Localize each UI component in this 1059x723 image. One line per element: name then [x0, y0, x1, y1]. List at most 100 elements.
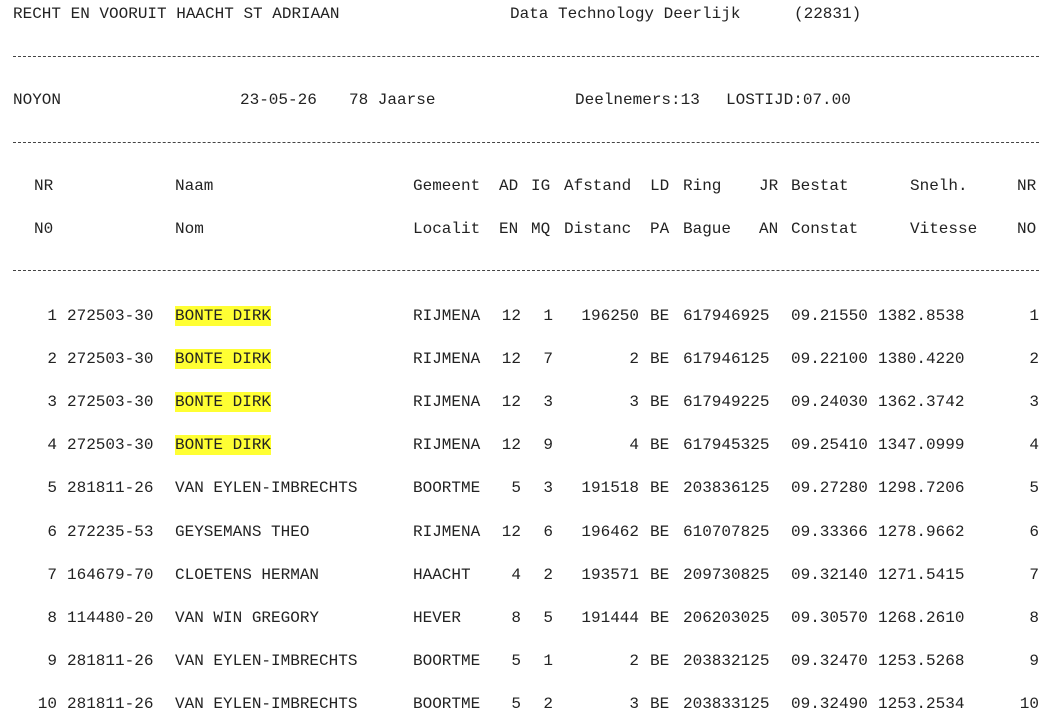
cell-distance: 2	[629, 350, 639, 368]
column-header-line1-5: Afstand	[564, 177, 632, 195]
cell-ring: 206203025	[683, 609, 770, 627]
cell-member-id: 272503-30	[67, 393, 154, 411]
cell-speed: 1253.2534	[878, 695, 965, 713]
vendor-code: (22831)	[794, 5, 862, 23]
column-header-line2-9: Constat	[791, 220, 859, 238]
column-header-line2-8: AN	[759, 220, 779, 238]
cell-country: BE	[650, 350, 670, 368]
cell-distance: 196462	[581, 523, 639, 541]
cell-nr-end: 1	[1029, 307, 1039, 325]
cell-ad: 12	[501, 307, 521, 325]
table-row: 4 272503-30 BONTE DIRK RIJMENA 12 9 4 BE 6179453…	[0, 435, 1059, 455]
cell-town: BOORTME	[413, 479, 481, 497]
vendor-name: Data Technology Deerlijk	[510, 5, 741, 23]
cell-bestat: 09.21550	[791, 307, 868, 325]
column-header-line1-6: LD	[650, 177, 670, 195]
column-header-line2-10: Vitesse	[910, 220, 978, 238]
cell-nr-end: 6	[1029, 523, 1039, 541]
column-header-line1-7: Ring	[683, 177, 722, 195]
cell-ad: 5	[511, 479, 521, 497]
cell-ring: 617946925	[683, 307, 770, 325]
cell-name: BONTE DIRK	[175, 392, 272, 412]
cell-ig: 2	[543, 566, 553, 584]
cell-member-id: 281811-26	[67, 652, 154, 670]
cell-nr: 4	[47, 436, 57, 454]
cell-nr-end: 3	[1029, 393, 1039, 411]
column-header-line2-7: Bague	[683, 220, 732, 238]
separator-top	[13, 56, 1039, 57]
cell-bestat: 09.33366	[791, 523, 868, 541]
cell-nr: 5	[47, 479, 57, 497]
cell-nr: 1	[47, 307, 57, 325]
cell-member-id: 114480-20	[67, 609, 154, 627]
cell-ring: 610707825	[683, 523, 770, 541]
cell-nr-end: 5	[1029, 479, 1039, 497]
cell-nr-end: 2	[1029, 350, 1039, 368]
cell-ring: 617946125	[683, 350, 770, 368]
cell-name: VAN WIN GREGORY	[175, 609, 320, 627]
column-header-line1-0: NR	[34, 177, 54, 195]
cell-name: GEYSEMANS THEO	[175, 523, 310, 541]
cell-nr-end: 8	[1029, 609, 1039, 627]
cell-nr-end: 10	[1019, 695, 1039, 713]
cell-speed: 1382.8538	[878, 307, 965, 325]
column-header-line2-4: MQ	[531, 220, 551, 238]
race-category: 78 Jaarse	[349, 91, 436, 109]
column-header-line1-10: Snelh.	[910, 177, 968, 195]
column-header-line1-3: AD	[499, 177, 519, 195]
table-row: 8 114480-20 VAN WIN GREGORY HEVER 8 5 191444 BE…	[0, 608, 1059, 628]
race-release-time: LOSTIJD:07.00	[726, 91, 851, 109]
cell-nr: 9	[47, 652, 57, 670]
column-header-line2-3: EN	[499, 220, 519, 238]
table-row: 10 281811-26 VAN EYLEN-IMBRECHTS BOORTME 5 2 3…	[0, 694, 1059, 714]
cell-nr-end: 9	[1029, 652, 1039, 670]
table-row: 2 272503-30 BONTE DIRK RIJMENA 12 7 2 BE 6179461…	[0, 349, 1059, 369]
cell-country: BE	[650, 695, 670, 713]
cell-ig: 5	[543, 609, 553, 627]
cell-country: BE	[650, 436, 670, 454]
cell-member-id: 272235-53	[67, 523, 154, 541]
cell-speed: 1380.4220	[878, 350, 965, 368]
cell-ig: 1	[543, 652, 553, 670]
cell-bestat: 09.24030	[791, 393, 868, 411]
cell-ig: 2	[543, 695, 553, 713]
cell-member-id: 164679-70	[67, 566, 154, 584]
column-header-line1-11: NR	[1017, 177, 1037, 195]
cell-town: RIJMENA	[413, 307, 481, 325]
cell-name: BONTE DIRK	[175, 306, 272, 326]
cell-member-id: 272503-30	[67, 350, 154, 368]
cell-name: VAN EYLEN-IMBRECHTS	[175, 479, 358, 497]
cell-ring: 203833125	[683, 695, 770, 713]
cell-country: BE	[650, 307, 670, 325]
cell-speed: 1278.9662	[878, 523, 965, 541]
table-row: 7 164679-70 CLOETENS HERMAN HAACHT 4 2 193571 B…	[0, 565, 1059, 585]
cell-name: VAN EYLEN-IMBRECHTS	[175, 652, 358, 670]
cell-member-id: 281811-26	[67, 479, 154, 497]
cell-distance: 4	[629, 436, 639, 454]
cell-bestat: 09.32140	[791, 566, 868, 584]
cell-bestat: 09.32490	[791, 695, 868, 713]
cell-distance: 2	[629, 652, 639, 670]
cell-member-id: 272503-30	[67, 307, 154, 325]
cell-ig: 6	[543, 523, 553, 541]
cell-distance: 191518	[581, 479, 639, 497]
club-name: RECHT EN VOORUIT HAACHT ST ADRIAAN	[13, 5, 340, 23]
cell-speed: 1271.5415	[878, 566, 965, 584]
cell-ring: 617945325	[683, 436, 770, 454]
cell-nr: 10	[37, 695, 57, 713]
cell-ad: 4	[511, 566, 521, 584]
table-row: 1 272503-30 BONTE DIRK RIJMENA 12 1 196250 BE 61…	[0, 306, 1059, 326]
cell-member-id: 272503-30	[67, 436, 154, 454]
cell-country: BE	[650, 393, 670, 411]
table-row: 3 272503-30 BONTE DIRK RIJMENA 12 3 3 BE 6179492…	[0, 392, 1059, 412]
cell-bestat: 09.32470	[791, 652, 868, 670]
cell-nr-end: 7	[1029, 566, 1039, 584]
column-header-line1-1: Naam	[175, 177, 214, 195]
cell-ad: 5	[511, 652, 521, 670]
cell-ad: 12	[501, 393, 521, 411]
cell-town: RIJMENA	[413, 436, 481, 454]
cell-ad: 12	[501, 436, 521, 454]
cell-town: RIJMENA	[413, 523, 481, 541]
column-header-line2-1: Nom	[175, 220, 204, 238]
column-header-line2-0: N0	[34, 220, 54, 238]
